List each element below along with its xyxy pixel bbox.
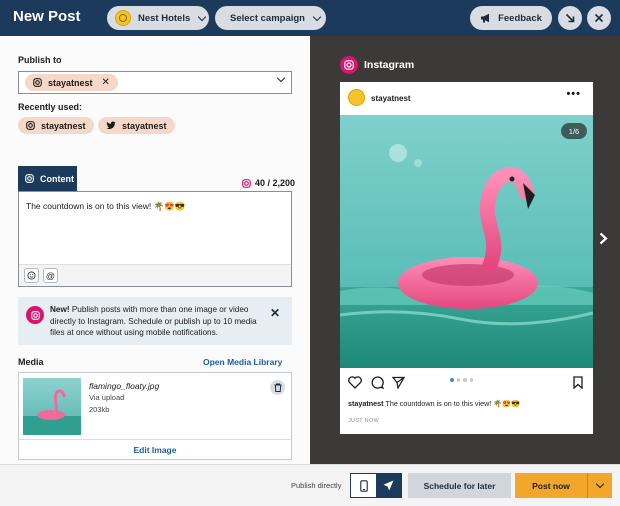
feedback-button[interactable]: Feedback [470, 6, 552, 30]
organization-selector[interactable]: Nest Hotels [107, 6, 209, 30]
megaphone-icon [481, 13, 490, 23]
preview-timestamp: JUST NOW [348, 418, 380, 424]
selected-account-name: stayatnest [48, 77, 93, 88]
schedule-for-later-button[interactable]: Schedule for later [408, 473, 511, 498]
chevron-down-icon [312, 12, 322, 21]
heart-icon[interactable] [348, 376, 362, 389]
comment-icon[interactable] [371, 376, 384, 389]
mention-button[interactable]: @ [43, 268, 58, 283]
carousel-dot [463, 378, 467, 382]
instagram-icon [26, 306, 44, 324]
tab-content-label: Content [40, 173, 74, 184]
trash-icon [274, 383, 281, 392]
organization-label: Nest Hotels [138, 12, 191, 24]
minimize-icon [565, 13, 575, 23]
carousel-dot [450, 378, 454, 382]
instagram-icon [25, 174, 34, 183]
paper-plane-icon [383, 480, 394, 491]
preview-panel: Instagram stayatnest ••• 1/6 stayatnest … [310, 36, 620, 464]
publish-to-select[interactable]: stayatnest ✕ [18, 71, 292, 94]
carousel-indicator [450, 378, 473, 382]
recently-used-label: Recently used: [18, 102, 83, 112]
post-now-label: Post now [532, 480, 570, 491]
publish-method-toggle [350, 473, 402, 498]
publish-directly-label: Publish directly [291, 481, 342, 490]
carousel-dot [469, 378, 473, 382]
chevron-down-icon [276, 73, 286, 83]
media-item: flamingo_floaty.jpg Via upload 203kb Edi… [18, 372, 292, 460]
close-icon [594, 13, 604, 23]
instagram-icon [340, 56, 358, 74]
preview-handle: stayatnest [371, 94, 411, 103]
edit-image-row: Edit Image [19, 439, 291, 460]
twitter-icon [106, 121, 116, 130]
instagram-icon [242, 178, 251, 188]
instagram-icon [33, 78, 42, 87]
recent-account-twitter[interactable]: stayatnest [98, 117, 175, 134]
top-bar: New Post Nest Hotels Select campaign Fee… [0, 0, 620, 36]
mobile-icon [359, 479, 368, 492]
recent-account-name: stayatnest [41, 120, 86, 131]
publish-to-label: Publish to [18, 55, 62, 65]
caption-text: The countdown is on to this view! 🌴😍😎 [383, 399, 521, 408]
post-text[interactable]: The countdown is on to this view! 🌴😍😎 [26, 201, 185, 212]
chevron-down-icon [198, 12, 207, 21]
selected-account-chip: stayatnest ✕ [25, 74, 118, 91]
delete-media-button[interactable] [270, 380, 285, 395]
character-count-value: 40 / 2,200 [255, 178, 296, 188]
notice-text: New! Publish posts with more than one im… [50, 304, 272, 339]
notice-bold: New! [50, 305, 70, 314]
emoji-icon [27, 271, 36, 280]
remove-account-icon[interactable]: ✕ [102, 77, 110, 88]
caption-handle: stayatnest [348, 399, 384, 408]
preview-network-title: Instagram [340, 56, 414, 74]
media-thumbnail[interactable] [23, 378, 81, 435]
campaign-selector[interactable]: Select campaign [215, 6, 326, 30]
media-file-source: Via upload [89, 393, 125, 402]
send-icon[interactable] [392, 376, 405, 389]
preview-network-label: Instagram [364, 59, 415, 71]
publish-mobile-option[interactable] [351, 474, 376, 497]
mention-icon: @ [45, 270, 56, 281]
close-button[interactable] [587, 6, 611, 30]
chevron-down-icon [595, 479, 605, 489]
editor-toolbar: @ [19, 264, 291, 286]
avatar [348, 89, 365, 106]
carousel-dot [456, 378, 460, 382]
campaign-label: Select campaign [230, 12, 305, 24]
edit-image-link[interactable]: Edit Image [134, 445, 177, 455]
publish-direct-option[interactable] [376, 474, 401, 497]
footer-bar: Publish directly Schedule for later Post… [0, 464, 620, 506]
post-text-editor[interactable]: The countdown is on to this view! 🌴😍😎 @ [18, 191, 292, 287]
page-title: New Post [13, 8, 81, 25]
open-media-library-link[interactable]: Open Media Library [203, 357, 282, 367]
feedback-label: Feedback [498, 12, 542, 24]
more-icon[interactable]: ••• [566, 88, 581, 100]
recent-account-instagram[interactable]: stayatnest [18, 117, 94, 134]
org-avatar-icon [115, 10, 131, 26]
close-icon: ✕ [270, 306, 281, 320]
character-count: 40 / 2,200 [242, 178, 295, 188]
media-file-size: 203kb [89, 405, 110, 414]
preview-image: 1/6 [340, 115, 593, 368]
notice-message: Publish posts with more than one image o… [50, 305, 257, 337]
media-file-name: flamingo_floaty.jpg [89, 381, 160, 391]
preview-caption: stayatnest The countdown is on to this v… [348, 399, 520, 408]
instagram-icon [26, 121, 35, 130]
image-counter-badge: 1/6 [561, 123, 587, 139]
recent-account-name: stayatnest [122, 120, 167, 131]
tab-content[interactable]: Content [18, 166, 77, 191]
bookmark-icon[interactable] [573, 376, 583, 389]
dismiss-notice-button[interactable]: ✕ [270, 306, 280, 320]
minimize-button[interactable] [558, 6, 582, 30]
chevron-right-icon[interactable] [599, 232, 608, 245]
multi-image-notice: New! Publish posts with more than one im… [18, 297, 292, 345]
instagram-post-preview: stayatnest ••• 1/6 stayatnest The countd… [340, 82, 593, 434]
post-options-dropdown[interactable] [587, 473, 612, 498]
media-label: Media [18, 357, 44, 367]
emoji-button[interactable] [24, 268, 39, 283]
post-now-button[interactable]: Post now [515, 473, 612, 498]
